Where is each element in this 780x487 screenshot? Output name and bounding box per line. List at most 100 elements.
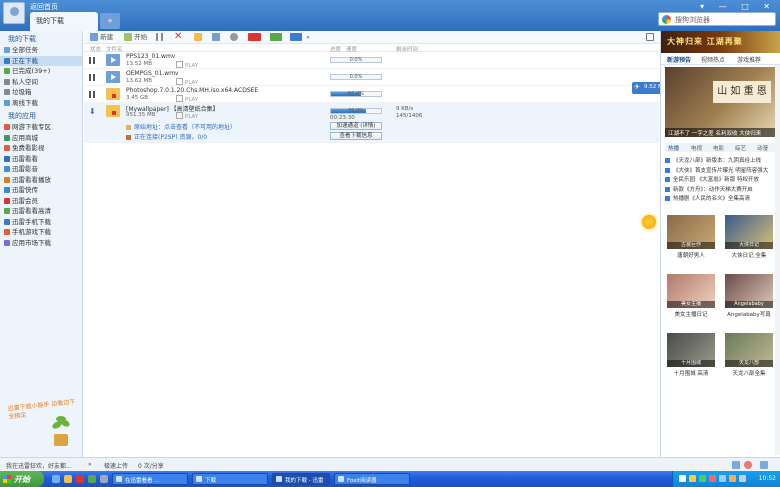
quicklaunch-icon[interactable] bbox=[88, 475, 96, 483]
monitor-button[interactable] bbox=[212, 33, 220, 42]
status-alert-icon[interactable] bbox=[744, 461, 752, 469]
tray-icon-7[interactable] bbox=[739, 475, 746, 482]
tray-icon-6[interactable] bbox=[729, 475, 736, 482]
thumb-title[interactable]: 天龙八部全集 bbox=[725, 369, 773, 377]
taskbar-item-2[interactable]: 我的下载 - 迅雷 bbox=[272, 473, 330, 485]
news-item[interactable]: 新款《方舟》：动作天梯大赛开启 bbox=[665, 185, 775, 195]
media-icon[interactable] bbox=[76, 475, 84, 483]
search-input[interactable]: 搜狗浏览器 bbox=[658, 12, 776, 26]
rtab-2[interactable]: 游戏推荐 bbox=[737, 55, 761, 64]
sidebar-item-dl-4[interactable]: 垃圾箱 bbox=[0, 87, 82, 98]
upload-status[interactable]: 极速上传 bbox=[104, 461, 128, 470]
taskbar-item-1[interactable]: 下载 bbox=[192, 473, 268, 485]
start-button[interactable]: 开始 bbox=[124, 33, 147, 42]
source-link[interactable]: 原始地址：点击查看（不可用的地址） bbox=[126, 122, 236, 131]
tray-icon-2[interactable] bbox=[689, 475, 696, 482]
sidebar-item-dl-3[interactable]: 私人空间 bbox=[0, 77, 82, 88]
pause-icon[interactable] bbox=[89, 74, 95, 81]
cat-3[interactable]: 综艺 bbox=[735, 144, 746, 152]
sidebar-item-app-7[interactable]: 迅雷会员 bbox=[0, 196, 82, 207]
rtab-0[interactable]: 新游预告 bbox=[667, 55, 691, 64]
cat-1[interactable]: 电视 bbox=[691, 144, 702, 152]
weather-sun-icon[interactable] bbox=[642, 215, 656, 229]
video-thumb[interactable]: 古装巨作 唐朝好男人 bbox=[667, 215, 715, 271]
downloading-arrow-icon[interactable]: ⬇ bbox=[89, 107, 96, 116]
featured-video[interactable]: 山 如 重 恩 江湖不了 一字之差 名利双收 大侠归来 bbox=[665, 67, 775, 137]
view-mode-button[interactable] bbox=[646, 33, 654, 42]
sidebar-item-dl-2[interactable]: 已完成(39+) bbox=[0, 66, 82, 77]
status-settings-icon[interactable] bbox=[760, 461, 768, 469]
video-thumb[interactable]: 大侠日记 大侠日记 全集 bbox=[725, 215, 773, 271]
accelerate-button[interactable]: 加速通道 (详情) bbox=[330, 122, 382, 130]
sidebar-item-dl-5[interactable]: 离线下载 bbox=[0, 98, 82, 109]
cat-0[interactable]: 热播 bbox=[668, 144, 679, 152]
sidebar-item-app-5[interactable]: 迅雷看看播放 bbox=[0, 175, 82, 186]
right-panel-scrollbar[interactable] bbox=[775, 65, 780, 455]
play-button[interactable]: PLAY bbox=[176, 112, 198, 120]
download-row[interactable]: ⬇ [Mywallpaper] 【高清壁纸合集】 951.35 MB PLAY 70.0… bbox=[84, 103, 659, 143]
play-button[interactable]: PLAY bbox=[176, 78, 198, 86]
tray-icon-1[interactable] bbox=[679, 475, 686, 482]
sidebar-item-app-2[interactable]: 免费看影视 bbox=[0, 143, 82, 154]
thumb-title[interactable]: 大侠日记 全集 bbox=[725, 251, 773, 259]
video-thumb[interactable]: 天龙八部 天龙八部全集 bbox=[725, 333, 773, 389]
back-to-home-link[interactable]: 返回首页 bbox=[30, 2, 58, 12]
view-info-button[interactable]: 查看下载信息 bbox=[330, 132, 382, 140]
video-thumb[interactable]: Angelababy Angelababy写真 bbox=[725, 274, 773, 330]
download-row[interactable]: OEMPGS_01.wmv 13.62 MB PLAY 0.0% bbox=[84, 69, 659, 86]
sidebar-item-app-10[interactable]: 手机游戏下载 bbox=[0, 227, 82, 238]
pause-icon[interactable] bbox=[89, 57, 95, 64]
explorer-icon[interactable] bbox=[64, 475, 72, 483]
news-item[interactable]: 《大侠》首支宣传片曝光 明星阵容强大 bbox=[665, 166, 775, 176]
sidebar-item-app-9[interactable]: 迅雷手机下载 bbox=[0, 217, 82, 228]
thumb-title[interactable]: 美女主播日记 bbox=[667, 310, 715, 318]
sidebar-item-app-8[interactable]: 迅雷看看高清 bbox=[0, 206, 82, 217]
app-button[interactable] bbox=[270, 33, 282, 42]
sidebar-item-app-11[interactable]: 应用市场下载 bbox=[0, 238, 82, 249]
share-status[interactable]: 0 次/分享 bbox=[138, 461, 164, 470]
folder-button[interactable] bbox=[194, 33, 202, 42]
taskbar-item-3[interactable]: Foxit阅读器 bbox=[334, 473, 410, 485]
settings-button[interactable] bbox=[230, 33, 238, 42]
more-tools-button[interactable]: » bbox=[306, 33, 310, 42]
sidebar-item-app-0[interactable]: 网游下载专区 bbox=[0, 122, 82, 133]
pause-button[interactable] bbox=[156, 33, 163, 42]
cat-2[interactable]: 电影 bbox=[713, 144, 724, 152]
news-item[interactable]: 全民乐园 《大富翁》新版 特权开放 bbox=[665, 175, 775, 185]
tray-icon-3[interactable] bbox=[699, 475, 706, 482]
download-row[interactable]: PPS123_01.wmv 13.52 MB PLAY 0.0% bbox=[84, 52, 659, 69]
p2sp-status[interactable]: 正在连接(P2SP) 资源，0/0 bbox=[126, 132, 207, 141]
status-tray-icon[interactable] bbox=[732, 461, 740, 469]
delete-button[interactable]: ✕ bbox=[174, 32, 182, 42]
rtab-1[interactable]: 视频热点 bbox=[701, 55, 725, 64]
cat-4[interactable]: 动漫 bbox=[757, 144, 768, 152]
add-tab-button[interactable]: + bbox=[100, 13, 120, 29]
avatar[interactable] bbox=[3, 2, 25, 24]
play-button[interactable]: PLAY bbox=[176, 61, 198, 69]
tray-icon-5[interactable] bbox=[719, 475, 726, 482]
thumb-title[interactable]: 十月围城 高清 bbox=[667, 369, 715, 377]
news-item[interactable]: 热播剧《人民的名义》全集高清 bbox=[665, 194, 775, 204]
status-more[interactable]: » bbox=[88, 461, 92, 468]
vip-button[interactable] bbox=[248, 33, 261, 42]
sidebar-item-app-6[interactable]: 迅雷快传 bbox=[0, 185, 82, 196]
thumb-title[interactable]: Angelababy写真 bbox=[725, 310, 773, 318]
window-controls[interactable]: ▾ — □ ✕ bbox=[700, 2, 776, 11]
download-row[interactable]: Photoshop.7.0.1.20.Chs.MH.iso.x64.ACDSEE… bbox=[84, 86, 659, 103]
start-button[interactable]: 开始 bbox=[0, 471, 44, 487]
sidebar-item-app-4[interactable]: 迅雷影音 bbox=[0, 164, 82, 175]
play-button[interactable]: PLAY bbox=[176, 95, 198, 103]
tab-my-downloads[interactable]: 我的下载 bbox=[30, 12, 98, 31]
new-task-button[interactable]: 新建 bbox=[90, 33, 113, 42]
sidebar-item-app-3[interactable]: 迅雷看看 bbox=[0, 154, 82, 165]
ie-icon[interactable] bbox=[52, 475, 60, 483]
news-item[interactable]: 《天龙八部》新版本：九阴真经上线 bbox=[665, 156, 775, 166]
desktop-icon[interactable] bbox=[100, 475, 108, 483]
game-banner[interactable]: 大神归来 江湖再聚 bbox=[661, 31, 780, 53]
tray-icon-4[interactable] bbox=[709, 475, 716, 482]
video-thumb[interactable]: 十月围城 十月围城 高清 bbox=[667, 333, 715, 389]
sidebar-item-dl-0[interactable]: 全部任务 bbox=[0, 45, 82, 56]
thumb-title[interactable]: 唐朝好男人 bbox=[667, 251, 715, 259]
sidebar-promo[interactable]: 迅雷下载小能手 边看边下全搞定 bbox=[7, 398, 76, 452]
taskbar-item-0[interactable]: 在迅雷看看 ... bbox=[112, 473, 188, 485]
